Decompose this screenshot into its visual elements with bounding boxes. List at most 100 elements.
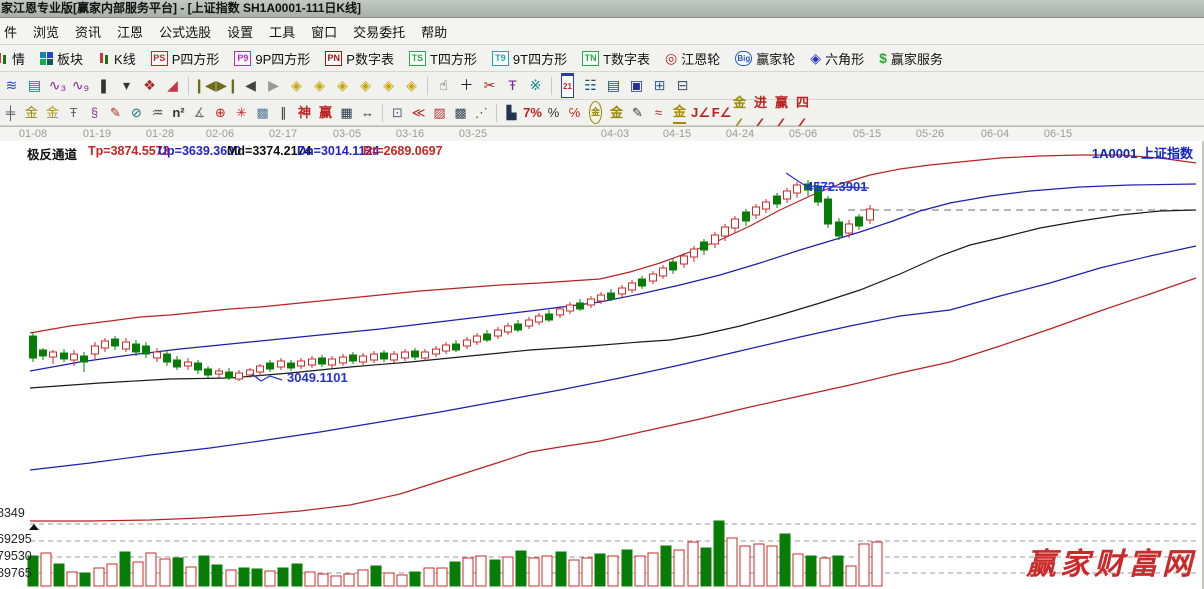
rail-tool-icon[interactable]: ╪ xyxy=(1,103,20,122)
chart-9-icon[interactable]: ∿₉ xyxy=(70,75,91,96)
brush-icon[interactable]: ✎ xyxy=(628,103,647,122)
region-tool-icon[interactable]: ※ xyxy=(525,75,546,96)
menu-item[interactable]: 浏览 xyxy=(29,20,63,43)
gold-under-icon[interactable]: 金 xyxy=(670,103,689,122)
notes-icon[interactable]: ▤ xyxy=(603,75,624,96)
title-bar[interactable]: 家江恩专业版[赢家内部服务平台] - [上证指数 SH1A0001-111日K线… xyxy=(0,0,1204,18)
hexagon-button[interactable]: ◈六角形 xyxy=(805,47,869,70)
candle-body xyxy=(712,235,719,244)
jin-angle-icon[interactable]: 进∠ xyxy=(754,103,773,122)
grid-123-icon[interactable]: ▦ xyxy=(337,103,356,122)
hand-tool-icon[interactable]: ☝ xyxy=(433,75,454,96)
red-grid-icon[interactable]: ▨ xyxy=(430,103,449,122)
wave-tool-icon[interactable]: ≋ xyxy=(1,75,22,96)
diamond-all-icon[interactable]: ◈ xyxy=(401,75,422,96)
menu-item[interactable]: 工具 xyxy=(265,20,299,43)
window-grid-icon[interactable]: ⊡ xyxy=(388,103,407,122)
diamond-expand-icon[interactable]: ◈ xyxy=(332,75,353,96)
gold-gate2-icon[interactable]: 金 xyxy=(43,103,62,122)
p-square-button[interactable]: PSP四方形 xyxy=(146,47,225,70)
shen-tool-icon[interactable]: 神 xyxy=(295,103,314,122)
percent-icon[interactable]: % xyxy=(544,103,563,122)
comb-icon[interactable]: ♒ xyxy=(148,103,167,122)
quote-lines-icon[interactable]: ∥ xyxy=(274,103,293,122)
prev-icon[interactable]: ◀ xyxy=(240,75,261,96)
pen-tool-icon[interactable]: ✎ xyxy=(106,103,125,122)
next-icon[interactable]: ▶ xyxy=(263,75,284,96)
gann-wheel-button[interactable]: ◎江恩轮 xyxy=(660,47,725,70)
angle-icon[interactable]: ∡ xyxy=(190,103,209,122)
percent7-icon[interactable]: 7% xyxy=(523,103,542,122)
target-cross-icon[interactable]: ⊕ xyxy=(211,103,230,122)
volume-bar xyxy=(608,556,618,586)
date-tick-label: 03-25 xyxy=(459,128,487,140)
rays-icon[interactable]: ≪ xyxy=(409,103,428,122)
clipboard-icon[interactable]: ▤ xyxy=(24,75,45,96)
chart-3-icon[interactable]: ∿₃ xyxy=(47,75,68,96)
winner-service-button[interactable]: $赢家服务 xyxy=(874,47,948,70)
f-tool-icon[interactable]: Ŧ xyxy=(64,103,83,122)
menu-item[interactable]: 江恩 xyxy=(113,20,147,43)
chart-area[interactable]: 4572.39013049.11018349692957953089765 极反… xyxy=(0,141,1204,589)
gold-lines-icon[interactable]: 金 xyxy=(607,103,626,122)
si-angle-icon[interactable]: 四∠ xyxy=(796,103,815,122)
gold-gate-icon[interactable]: 金 xyxy=(22,103,41,122)
dial-icon[interactable]: ⊘ xyxy=(127,103,146,122)
diamond-right-icon[interactable]: ◈ xyxy=(309,75,330,96)
volume-bar xyxy=(740,546,750,586)
f-angle-icon[interactable]: F∠ xyxy=(712,103,731,122)
menu-item[interactable]: 资讯 xyxy=(71,20,105,43)
first-page-icon[interactable]: ❙◀ xyxy=(194,75,215,96)
calendar-icon[interactable]: 21 xyxy=(557,75,578,96)
menu-item[interactable]: 窗口 xyxy=(307,20,341,43)
wave-fit-icon[interactable]: ≈ xyxy=(649,103,668,122)
calculator-icon[interactable]: ☷ xyxy=(580,75,601,96)
candle-body xyxy=(557,309,564,315)
ying-tool-icon[interactable]: 赢 xyxy=(316,103,335,122)
9p-square-button[interactable]: P99P四方形 xyxy=(229,47,315,70)
blocks-button[interactable]: 板块 xyxy=(35,47,88,70)
slats-icon[interactable]: ⋰ xyxy=(472,103,491,122)
diamond-plus-icon-glyph: ◈ xyxy=(383,75,394,96)
dark-grid-icon[interactable]: ▩ xyxy=(451,103,470,122)
winner-wheel-button[interactable]: Big赢家轮 xyxy=(730,47,800,70)
menu-item[interactable]: 交易委托 xyxy=(349,20,409,43)
p-number-button[interactable]: PNP数字表 xyxy=(320,47,399,70)
t-number-button[interactable]: TNT数字表 xyxy=(577,47,655,70)
diamond-left-icon[interactable]: ◈ xyxy=(286,75,307,96)
quotes-button[interactable]: 情 xyxy=(0,47,30,70)
n2-icon[interactable]: n² xyxy=(169,103,188,122)
ying-angle-icon[interactable]: 赢∠ xyxy=(775,103,794,122)
print-icon[interactable]: ⊟ xyxy=(672,75,693,96)
kline-button[interactable]: K线 xyxy=(93,47,141,70)
menu-item[interactable]: 公式选股 xyxy=(155,20,215,43)
gold-angle-icon[interactable]: 金∠ xyxy=(733,103,752,122)
menu-item[interactable]: 件 xyxy=(0,20,21,43)
dropdown-arrow-icon[interactable]: ▾ xyxy=(116,75,137,96)
color-chart-icon[interactable]: ◢ xyxy=(162,75,183,96)
9t-square-button-icon: T9 xyxy=(492,51,509,66)
menu-item[interactable]: 设置 xyxy=(223,20,257,43)
hbars-icon[interactable]: ▙ xyxy=(502,103,521,122)
tag-tool-icon[interactable]: Ŧ xyxy=(502,75,523,96)
diamond-plus-icon[interactable]: ◈ xyxy=(378,75,399,96)
span-icon[interactable]: ↔ xyxy=(358,103,377,122)
save-icon[interactable]: ▣ xyxy=(626,75,647,96)
cut-icon[interactable]: ✂ xyxy=(479,75,500,96)
candle-body xyxy=(608,293,615,299)
diamond-compress-icon[interactable]: ◈ xyxy=(355,75,376,96)
crosshair-icon[interactable]: ＋ xyxy=(456,75,477,96)
last-page-icon[interactable]: ▶❙ xyxy=(217,75,238,96)
t-square-button[interactable]: TST四方形 xyxy=(404,47,482,70)
grid-x-icon[interactable]: ▩ xyxy=(253,103,272,122)
starburst-icon[interactable]: ✳ xyxy=(232,103,251,122)
j-angle-icon[interactable]: J∠ xyxy=(691,103,710,122)
menu-item[interactable]: 帮助 xyxy=(417,20,451,43)
gold-circle-icon[interactable]: 金 xyxy=(586,103,605,122)
9t-square-button[interactable]: T99T四方形 xyxy=(487,47,572,70)
spiral-icon[interactable]: § xyxy=(85,103,104,122)
pattern-icon[interactable]: ❖ xyxy=(139,75,160,96)
copy-icon[interactable]: ⊞ xyxy=(649,75,670,96)
percent-line-icon[interactable]: ℅ xyxy=(565,103,584,122)
candle-type-icon[interactable]: ❚ xyxy=(93,75,114,96)
